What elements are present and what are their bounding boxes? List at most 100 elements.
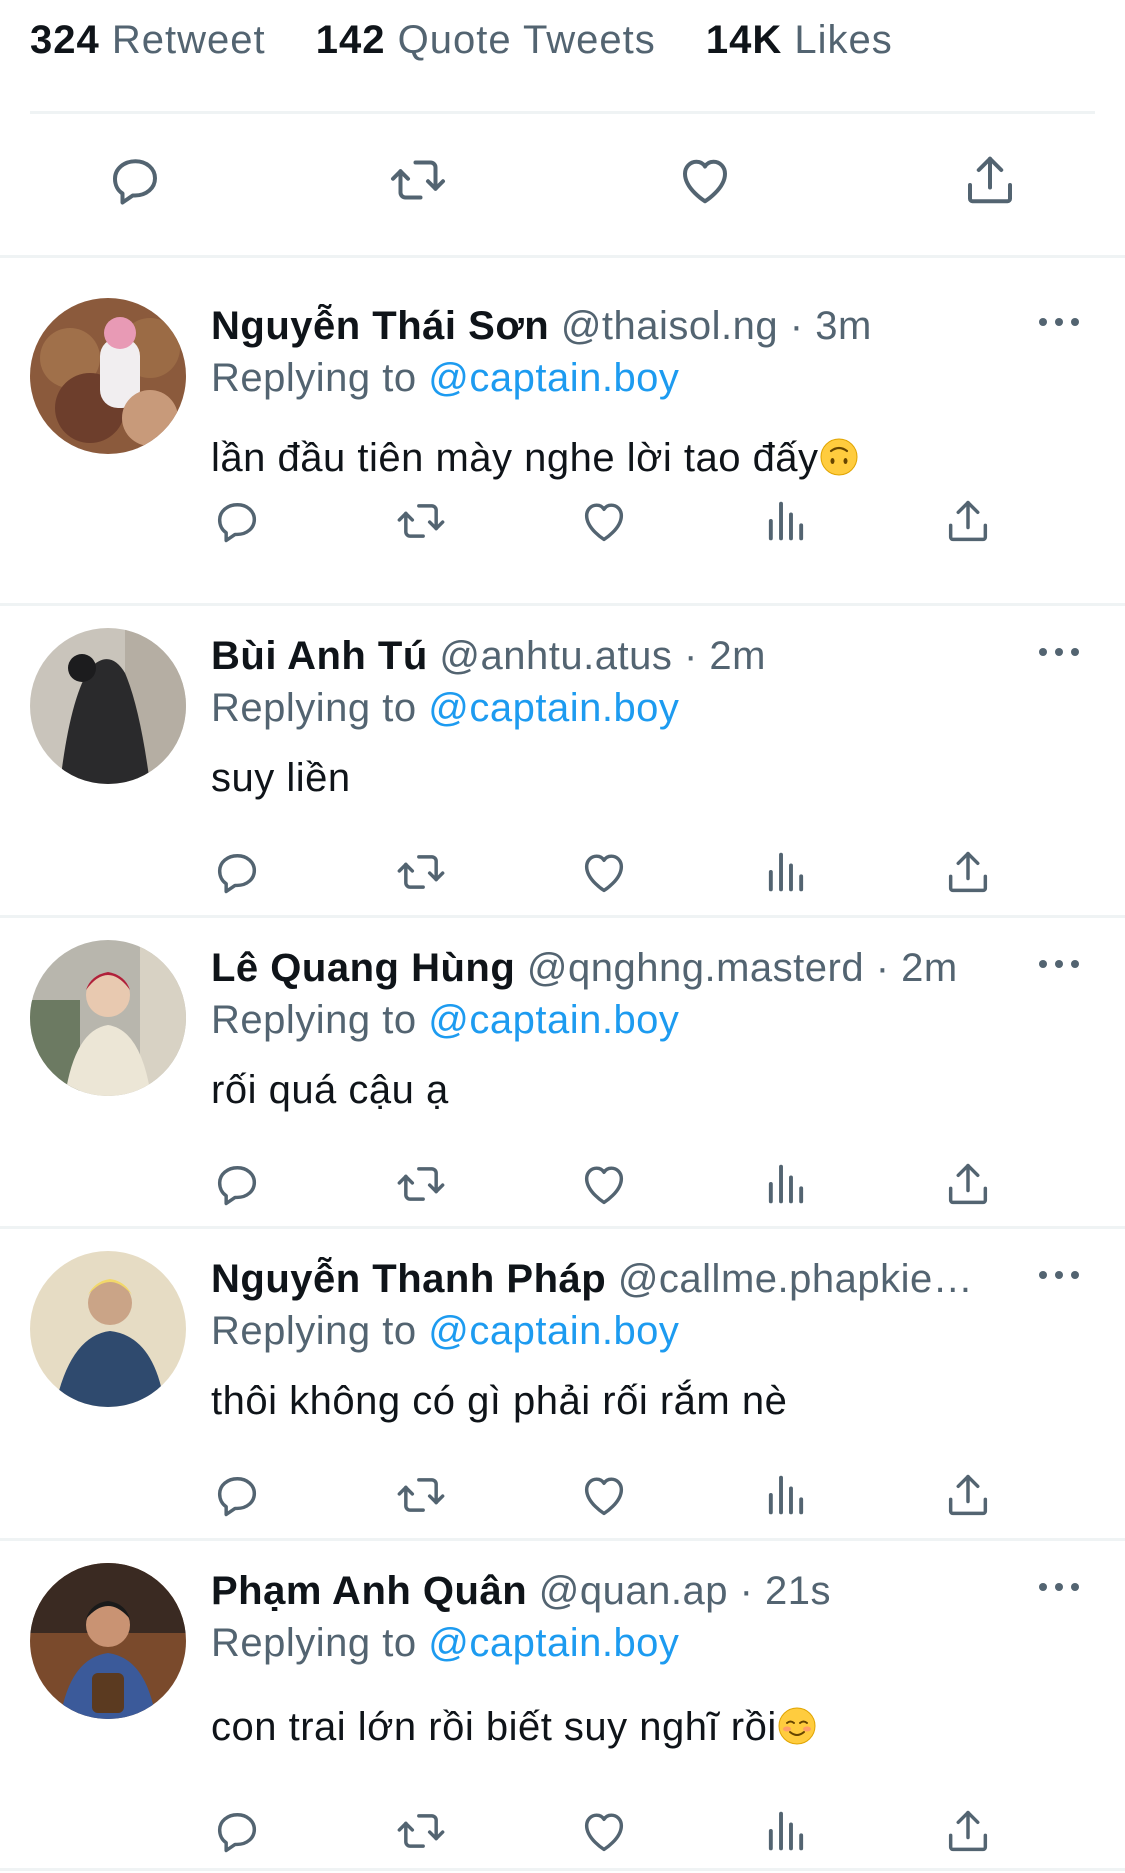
- retweet-icon: [395, 1805, 447, 1857]
- analytics-icon: [760, 495, 812, 547]
- likes-stat[interactable]: 14K Likes: [706, 18, 893, 62]
- replying-to: Replying to @captain.boy: [211, 1309, 679, 1354]
- analytics-button[interactable]: [760, 1805, 812, 1857]
- retweets-stat[interactable]: 324 Retweet: [30, 18, 266, 62]
- reply-tweet[interactable]: Nguyễn Thanh Pháp @callme.phapkie… Reply…: [0, 1211, 1125, 1520]
- share-button[interactable]: [942, 846, 994, 898]
- quote-tweets-stat[interactable]: 142 Quote Tweets: [316, 18, 656, 62]
- user-handle[interactable]: @thaisol.ng: [561, 304, 778, 348]
- mention-link[interactable]: @captain.boy: [428, 1621, 679, 1665]
- mention-link[interactable]: @captain.boy: [428, 998, 679, 1042]
- heart-icon: [578, 846, 630, 898]
- more-icon[interactable]: [1037, 1265, 1081, 1285]
- avatar[interactable]: [30, 1251, 186, 1407]
- reply-tweet[interactable]: Bùi Anh Tú @anhtu.atus · 2m Replying to …: [0, 588, 1125, 897]
- reply-tweet[interactable]: Phạm Anh Quân @quan.ap · 21s Replying to…: [0, 1523, 1125, 1832]
- heart-icon: [578, 495, 630, 547]
- retweets-label: Retweet: [111, 18, 266, 62]
- like-button[interactable]: [578, 1158, 630, 1210]
- user-handle[interactable]: @callme.phapkie…: [618, 1257, 973, 1301]
- like-button[interactable]: [578, 1469, 630, 1521]
- reply-icon: [211, 846, 263, 898]
- user-handle[interactable]: @anhtu.atus: [439, 634, 672, 678]
- reply-header: Nguyễn Thanh Pháp @callme.phapkie…: [211, 1257, 1011, 1302]
- timestamp[interactable]: 21s: [765, 1569, 831, 1613]
- quotes-count: 142: [315, 18, 386, 62]
- reply-button[interactable]: [211, 846, 263, 898]
- like-button[interactable]: [578, 495, 630, 547]
- quotes-label: Quote Tweets: [397, 18, 656, 62]
- reply-action-bar: [0, 1158, 1125, 1212]
- divider: [30, 111, 1095, 114]
- heart-icon: [578, 1158, 630, 1210]
- analytics-button[interactable]: [760, 1158, 812, 1210]
- analytics-button[interactable]: [760, 846, 812, 898]
- retweet-button[interactable]: [395, 1469, 447, 1521]
- mention-link[interactable]: @captain.boy: [428, 1309, 679, 1353]
- more-icon[interactable]: [1037, 1577, 1081, 1597]
- share-button[interactable]: [942, 1805, 994, 1857]
- display-name[interactable]: Nguyễn Thái Sơn: [211, 304, 549, 348]
- analytics-icon: [760, 1158, 812, 1210]
- retweet-button[interactable]: [395, 1805, 447, 1857]
- share-button[interactable]: [942, 1469, 994, 1521]
- user-handle[interactable]: @quan.ap: [539, 1569, 728, 1613]
- user-handle[interactable]: @qnghng.masterd: [527, 946, 864, 990]
- retweet-button[interactable]: [388, 150, 448, 210]
- like-button[interactable]: [578, 1805, 630, 1857]
- retweet-icon: [395, 1158, 447, 1210]
- reply-tweet[interactable]: Nguyễn Thái Sơn @thaisol.ng · 3m Replyin…: [0, 258, 1125, 567]
- like-button[interactable]: [578, 846, 630, 898]
- like-button[interactable]: [675, 150, 735, 210]
- more-icon[interactable]: [1037, 642, 1081, 662]
- tweet-action-bar: [0, 150, 1125, 220]
- retweet-button[interactable]: [395, 1158, 447, 1210]
- share-button[interactable]: [960, 150, 1020, 210]
- display-name[interactable]: Bùi Anh Tú: [211, 634, 428, 678]
- retweet-button[interactable]: [395, 495, 447, 547]
- likes-count: 14K: [705, 18, 783, 62]
- reply-button[interactable]: [211, 1805, 263, 1857]
- share-button[interactable]: [942, 495, 994, 547]
- analytics-button[interactable]: [760, 1469, 812, 1521]
- timestamp[interactable]: 2m: [709, 634, 766, 678]
- reply-button[interactable]: [211, 495, 263, 547]
- reply-action-bar: [0, 1805, 1125, 1859]
- reply-action-bar: [0, 1469, 1125, 1523]
- timestamp[interactable]: 3m: [815, 304, 872, 348]
- analytics-button[interactable]: [760, 495, 812, 547]
- heart-icon: [578, 1805, 630, 1857]
- mention-link[interactable]: @captain.boy: [428, 686, 679, 730]
- separator-dot: ·: [672, 634, 710, 678]
- reply-header: Lê Quang Hùng @qnghng.masterd · 2m: [211, 946, 1011, 991]
- display-name[interactable]: Lê Quang Hùng: [211, 946, 515, 990]
- more-icon[interactable]: [1037, 954, 1081, 974]
- divider: [0, 1868, 1125, 1871]
- more-icon[interactable]: [1037, 312, 1081, 332]
- avatar[interactable]: [30, 628, 186, 784]
- avatar[interactable]: [30, 1563, 186, 1719]
- display-name[interactable]: Nguyễn Thanh Pháp: [211, 1257, 606, 1301]
- mention-link[interactable]: @captain.boy: [428, 356, 679, 400]
- reply-button[interactable]: [211, 1469, 263, 1521]
- upside-down-face-emoji-icon: [820, 438, 858, 476]
- analytics-icon: [760, 846, 812, 898]
- display-name[interactable]: Phạm Anh Quân: [211, 1569, 527, 1613]
- reply-body: suy liền: [211, 756, 351, 800]
- retweet-icon: [388, 150, 448, 210]
- replying-to: Replying to @captain.boy: [211, 998, 679, 1043]
- avatar[interactable]: [30, 298, 186, 454]
- reply-button[interactable]: [105, 150, 165, 210]
- reply-action-bar: [0, 846, 1125, 900]
- replying-prefix: Replying to: [211, 686, 429, 730]
- retweet-button[interactable]: [395, 846, 447, 898]
- reply-icon: [211, 495, 263, 547]
- share-button[interactable]: [942, 1158, 994, 1210]
- avatar[interactable]: [30, 940, 186, 1096]
- reply-header: Bùi Anh Tú @anhtu.atus · 2m: [211, 634, 1011, 679]
- reply-button[interactable]: [211, 1158, 263, 1210]
- retweet-icon: [395, 1469, 447, 1521]
- timestamp[interactable]: 2m: [901, 946, 958, 990]
- reply-header: Nguyễn Thái Sơn @thaisol.ng · 3m: [211, 304, 1011, 349]
- reply-tweet[interactable]: Lê Quang Hùng @qnghng.masterd · 2m Reply…: [0, 900, 1125, 1209]
